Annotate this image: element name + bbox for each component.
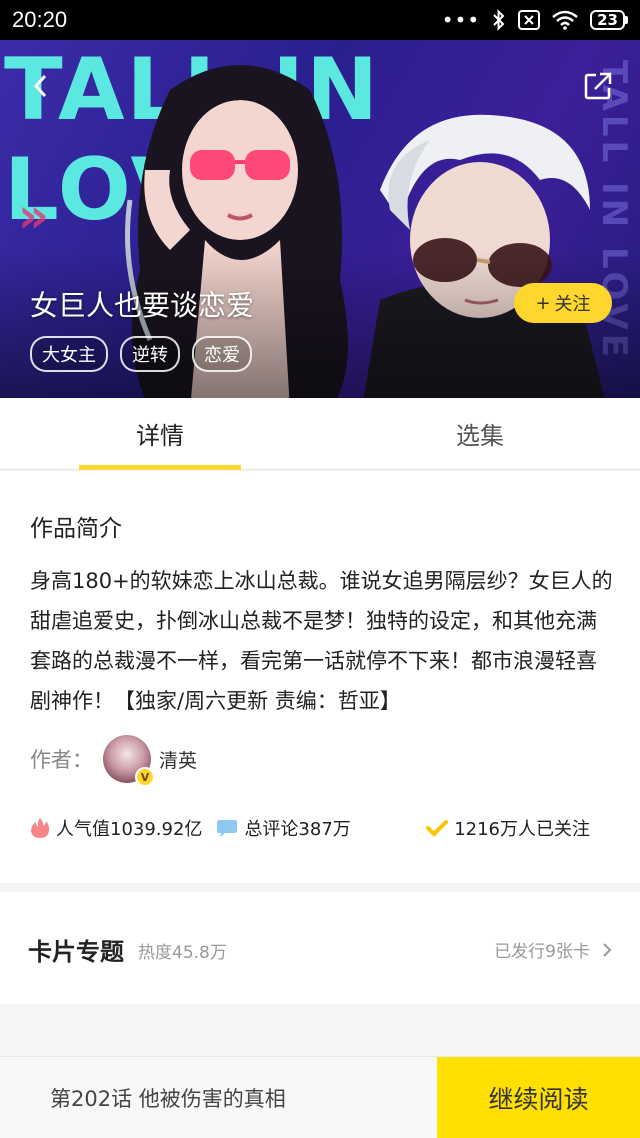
cover-art-chevrons: » xyxy=(18,188,49,244)
continue-reading-button[interactable]: 继续阅读 xyxy=(437,1057,640,1138)
sim-disabled-icon xyxy=(518,10,541,30)
back-button[interactable] xyxy=(24,70,56,102)
popularity-value: 人气值1039.92亿 xyxy=(56,819,203,840)
tag-list: 大女主 逆转 恋爱 xyxy=(30,336,252,372)
author-row[interactable]: 作者： V 清英 xyxy=(30,735,197,787)
popularity-stat: 人气值1039.92亿 xyxy=(30,815,202,841)
comment-bubble-icon xyxy=(217,820,238,837)
hero-banner: TALL IN LOVE TALL IN LOVE » 女巨人也要谈恋爱 大女主… xyxy=(0,40,640,398)
status-time: 20:20 xyxy=(12,7,68,32)
author-name[interactable]: 清英 xyxy=(159,746,197,773)
verified-badge: V xyxy=(135,767,155,787)
battery-indicator: 23 xyxy=(590,10,628,30)
follow-button[interactable]: + 关注 xyxy=(514,283,612,323)
comments-stat: 总评论387万 xyxy=(216,815,351,841)
follow-label: 关注 xyxy=(554,294,591,315)
comments-value: 总评论387万 xyxy=(244,819,351,840)
card-issued-label: 已发行9张卡 xyxy=(494,942,590,962)
last-read-episode[interactable]: 第202话 他被伤害的真相 xyxy=(0,1057,437,1138)
checkmark-icon xyxy=(426,820,449,837)
tag-item[interactable]: 大女主 xyxy=(30,336,108,372)
followers-value: 1216万人已关注 xyxy=(454,819,590,840)
card-topic-issued[interactable]: 已发行9张卡 xyxy=(494,937,612,962)
tab-bar: 详情 选集 xyxy=(0,398,640,470)
plus-icon: + xyxy=(535,292,551,314)
tab-details[interactable]: 详情 xyxy=(0,398,320,470)
bottom-bar: 第202话 他被伤害的真相 继续阅读 xyxy=(0,1056,640,1138)
chevron-left-icon xyxy=(33,74,47,98)
battery-tip xyxy=(625,16,628,24)
more-dots-icon: ••• xyxy=(441,8,481,32)
status-bar: 20:20 ••• 23 xyxy=(0,0,640,40)
share-button[interactable] xyxy=(582,70,614,102)
intro-section: 作品简介 身高180+的软妹恋上冰山总裁。谁说女追男隔层纱？女巨人的甜虐追爱史，… xyxy=(0,471,640,883)
card-topic-title: 卡片专题 xyxy=(28,938,124,966)
battery-level: 23 xyxy=(590,10,625,30)
comic-title: 女巨人也要谈恋爱 xyxy=(30,289,255,322)
intro-heading: 作品简介 xyxy=(30,516,122,542)
stats-row: 人气值1039.92亿 总评论387万 1216万人已关注 xyxy=(30,815,620,841)
followers-stat: 1216万人已关注 xyxy=(426,815,590,841)
wifi-icon xyxy=(552,10,578,30)
bluetooth-icon xyxy=(493,9,505,31)
author-label: 作者： xyxy=(30,748,93,772)
chevron-right-icon xyxy=(603,942,612,957)
tag-item[interactable]: 逆转 xyxy=(120,336,180,372)
status-icons: ••• 23 xyxy=(442,8,628,32)
flame-icon xyxy=(31,818,50,838)
share-icon xyxy=(584,72,612,100)
tab-episodes[interactable]: 选集 xyxy=(320,398,640,469)
tag-item[interactable]: 恋爱 xyxy=(192,336,252,372)
author-avatar[interactable]: V xyxy=(103,735,155,787)
card-topic-heat: 热度45.8万 xyxy=(138,943,227,963)
intro-description: 身高180+的软妹恋上冰山总裁。谁说女追男隔层纱？女巨人的甜虐追爱史，扑倒冰山总… xyxy=(30,569,613,713)
card-topic-section[interactable]: 卡片专题 热度45.8万 已发行9张卡 xyxy=(0,892,640,1004)
